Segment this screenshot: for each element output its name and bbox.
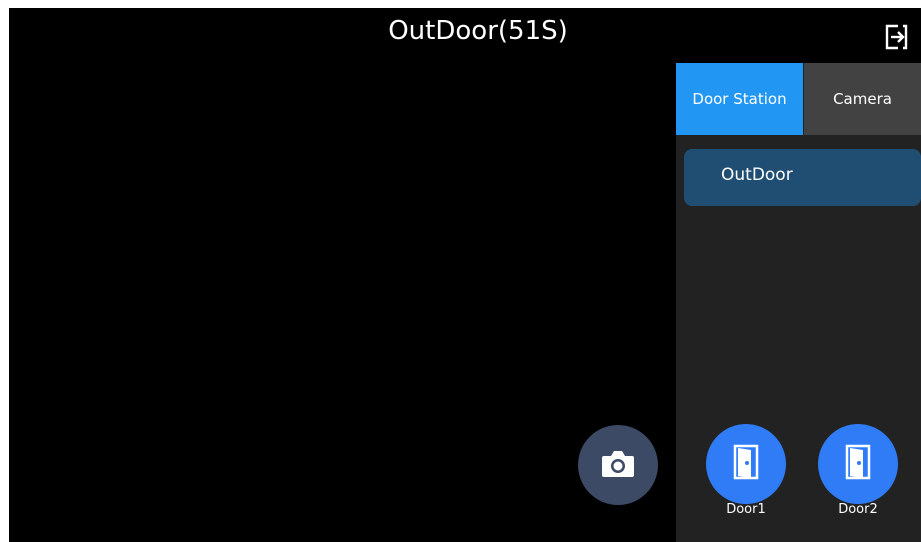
door1-button[interactable]: [706, 424, 786, 504]
station-label: OutDoor: [721, 165, 793, 185]
door2-label: Door2: [838, 502, 878, 517]
camera-icon: [602, 451, 634, 477]
door1-label: Door1: [726, 502, 766, 517]
tab-door-station[interactable]: Door Station: [676, 63, 803, 135]
tab-camera[interactable]: Camera: [804, 63, 921, 135]
page-title: OutDoor(51S): [388, 16, 568, 46]
exit-button[interactable]: [880, 21, 912, 53]
station-list-item[interactable]: OutDoor: [684, 149, 921, 206]
door-icon: [845, 444, 871, 480]
exit-icon: [885, 24, 908, 50]
snapshot-button[interactable]: [578, 425, 658, 505]
video-screen: OutDoor(51S) Door Station Camera OutDoor…: [9, 8, 921, 542]
door2-button[interactable]: [818, 424, 898, 504]
door-icon: [733, 444, 759, 480]
